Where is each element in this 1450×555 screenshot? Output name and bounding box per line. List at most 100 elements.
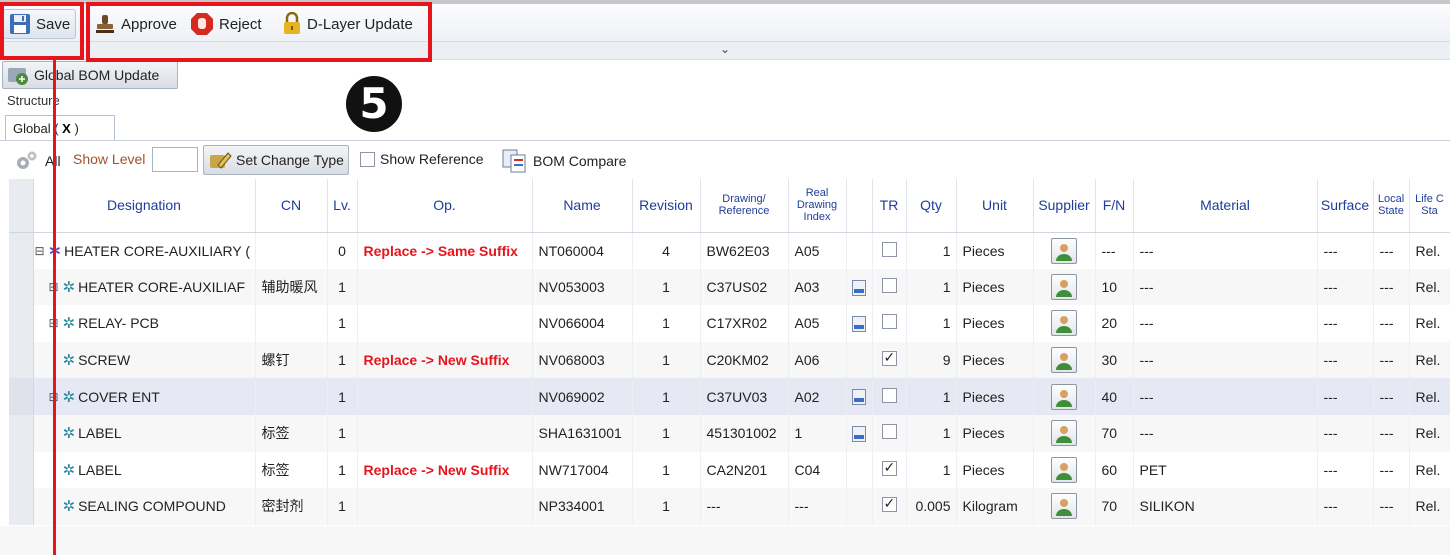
life-cycle-state-cell: Rel. <box>1409 341 1450 379</box>
drawing-document-icon[interactable] <box>852 425 866 442</box>
document-cell <box>846 341 873 379</box>
show-reference-checkbox[interactable] <box>360 151 375 167</box>
operation-cell[interactable] <box>357 488 533 525</box>
row-gutter[interactable] <box>9 341 34 379</box>
col-header[interactable]: Material <box>1133 179 1318 233</box>
name-cell: NV069002 <box>532 378 633 415</box>
set-change-type-label: Set Change Type <box>236 152 344 168</box>
tr-checkbox[interactable] <box>881 424 897 440</box>
table-row[interactable]: ⊞✲COVER ENT1NV0690021C37UV03A021Pieces40… <box>9 378 1450 415</box>
designation-cell[interactable]: ⊞✲HEATER CORE-AUXILIAF <box>33 268 256 306</box>
supplier-cell <box>1033 268 1096 306</box>
row-gutter[interactable] <box>9 232 34 269</box>
col-header[interactable]: Life C Sta <box>1409 179 1450 233</box>
global-bom-update-button[interactable]: Global BOM Update <box>2 61 178 89</box>
designation-cell[interactable]: ✲ SEALING COMPOUND <box>33 488 256 525</box>
material-cell: --- <box>1133 341 1318 379</box>
col-header[interactable]: Supplier <box>1033 179 1096 233</box>
supplier-contact-icon[interactable] <box>1051 237 1077 264</box>
tr-cell[interactable] <box>872 451 907 489</box>
tr-checkbox[interactable] <box>881 495 897 513</box>
tr-checkbox[interactable] <box>881 459 897 476</box>
supplier-contact-icon[interactable] <box>1051 347 1077 374</box>
col-header[interactable] <box>846 179 873 233</box>
row-gutter[interactable] <box>9 414 34 452</box>
designation-cell[interactable]: ⊟✲HEATER CORE-AUXILIARY ( <box>33 232 256 269</box>
tr-cell[interactable] <box>872 232 907 269</box>
col-header[interactable]: CN <box>255 179 328 233</box>
tr-cell[interactable] <box>872 305 907 342</box>
tr-checkbox[interactable] <box>881 314 897 330</box>
tree-expander-icon[interactable]: ⊟ <box>34 244 46 258</box>
designation-cell[interactable]: ⊞✲COVER ENT <box>33 378 256 415</box>
col-header[interactable]: Name <box>532 179 633 233</box>
col-header[interactable]: Lv. <box>327 179 358 233</box>
supplier-contact-icon[interactable] <box>1051 273 1077 300</box>
table-row[interactable]: ✲ SCREW 螺钉 1 Replace -> New Suffix NV068003 1 C… <box>9 341 1450 379</box>
row-gutter[interactable] <box>9 378 34 415</box>
chevron-down-icon[interactable]: ⌄ <box>720 42 730 56</box>
drawing-document-icon[interactable] <box>852 389 866 406</box>
tab-global[interactable]: Global ( X ) <box>5 115 115 141</box>
unit-cell: Pieces <box>956 305 1034 342</box>
designation-cell[interactable]: ✲ LABEL <box>33 451 256 489</box>
operation-cell[interactable]: Replace -> Same Suffix <box>357 232 533 269</box>
col-header[interactable]: Designation <box>33 179 256 233</box>
table-row[interactable]: ⊞✲RELAY- PCB1NV0660041C17XR02A051Pieces2… <box>9 305 1450 342</box>
designation-cell[interactable]: ✲ LABEL <box>33 414 256 452</box>
table-row[interactable]: ✲ LABEL 标签 1 Replace -> New Suffix NW717004 1 C… <box>9 451 1450 489</box>
life-cycle-state-cell: Rel. <box>1409 232 1450 269</box>
tr-cell[interactable] <box>872 341 907 379</box>
table-row[interactable]: ✲ LABEL 标签 1 SHA1631001 1 451301002 1 1 Pieces 70-… <box>9 414 1450 452</box>
col-header[interactable]: Qty <box>906 179 957 233</box>
tr-cell[interactable] <box>872 378 907 415</box>
row-gutter[interactable] <box>9 451 34 489</box>
drawing-cell: C17XR02 <box>700 305 789 342</box>
row-gutter[interactable] <box>9 268 34 306</box>
life-cycle-state-cell: Rel. <box>1409 451 1450 489</box>
operation-cell[interactable]: Replace -> New Suffix <box>357 451 533 489</box>
document-cell <box>846 414 873 452</box>
designation-cell[interactable]: ⊞✲RELAY- PCB <box>33 305 256 342</box>
unit-cell: Kilogram <box>956 488 1034 525</box>
supplier-contact-icon[interactable] <box>1051 493 1077 520</box>
col-header[interactable]: Unit <box>956 179 1034 233</box>
tr-cell[interactable] <box>872 488 907 525</box>
tr-checkbox[interactable] <box>881 241 897 257</box>
tr-checkbox[interactable] <box>881 349 897 367</box>
designation-text: RELAY- PCB <box>78 315 160 332</box>
drawing-document-icon[interactable] <box>852 279 866 296</box>
table-row[interactable]: ✲SEALING COMPOUND密封剂1NP3340011------0.00… <box>9 488 1450 525</box>
operation-cell[interactable] <box>357 305 533 342</box>
col-header[interactable]: Real Drawing Index <box>788 179 847 233</box>
show-level-input[interactable] <box>152 147 198 172</box>
show-reference-toggle[interactable]: Show Reference <box>360 151 484 167</box>
set-change-type-button[interactable]: Set Change Type <box>203 145 349 175</box>
col-header[interactable]: TR <box>872 179 907 233</box>
operation-cell[interactable]: Replace -> New Suffix <box>357 341 533 379</box>
operation-cell[interactable] <box>357 268 533 306</box>
col-header[interactable]: Local State <box>1373 179 1410 233</box>
supplier-contact-icon[interactable] <box>1051 310 1077 337</box>
drawing-document-icon[interactable] <box>852 316 866 333</box>
supplier-contact-icon[interactable] <box>1051 383 1077 410</box>
tr-checkbox[interactable] <box>881 277 897 293</box>
bom-compare-button[interactable]: BOM Compare <box>502 149 626 173</box>
row-gutter[interactable] <box>9 305 34 342</box>
supplier-contact-icon[interactable] <box>1051 420 1077 447</box>
col-header[interactable]: Surface <box>1317 179 1374 233</box>
tr-checkbox[interactable] <box>881 387 897 403</box>
row-gutter[interactable] <box>9 488 34 525</box>
tr-cell[interactable] <box>872 268 907 306</box>
operation-cell[interactable] <box>357 378 533 415</box>
tr-cell[interactable] <box>872 414 907 452</box>
operation-cell[interactable] <box>357 414 533 452</box>
col-header[interactable]: Op. <box>357 179 533 233</box>
supplier-contact-icon[interactable] <box>1051 456 1077 483</box>
designation-cell[interactable]: ✲ SCREW <box>33 341 256 379</box>
col-header[interactable]: Drawing/ Reference <box>700 179 789 233</box>
table-row[interactable]: ⊞✲HEATER CORE-AUXILIAF辅助暖风1NV0530031C37U… <box>9 268 1450 306</box>
col-header[interactable]: F/N <box>1095 179 1134 233</box>
table-row[interactable]: ⊟✲HEATER CORE-AUXILIARY (0Replace -> Sam… <box>9 232 1450 269</box>
col-header[interactable]: Revision <box>632 179 701 233</box>
